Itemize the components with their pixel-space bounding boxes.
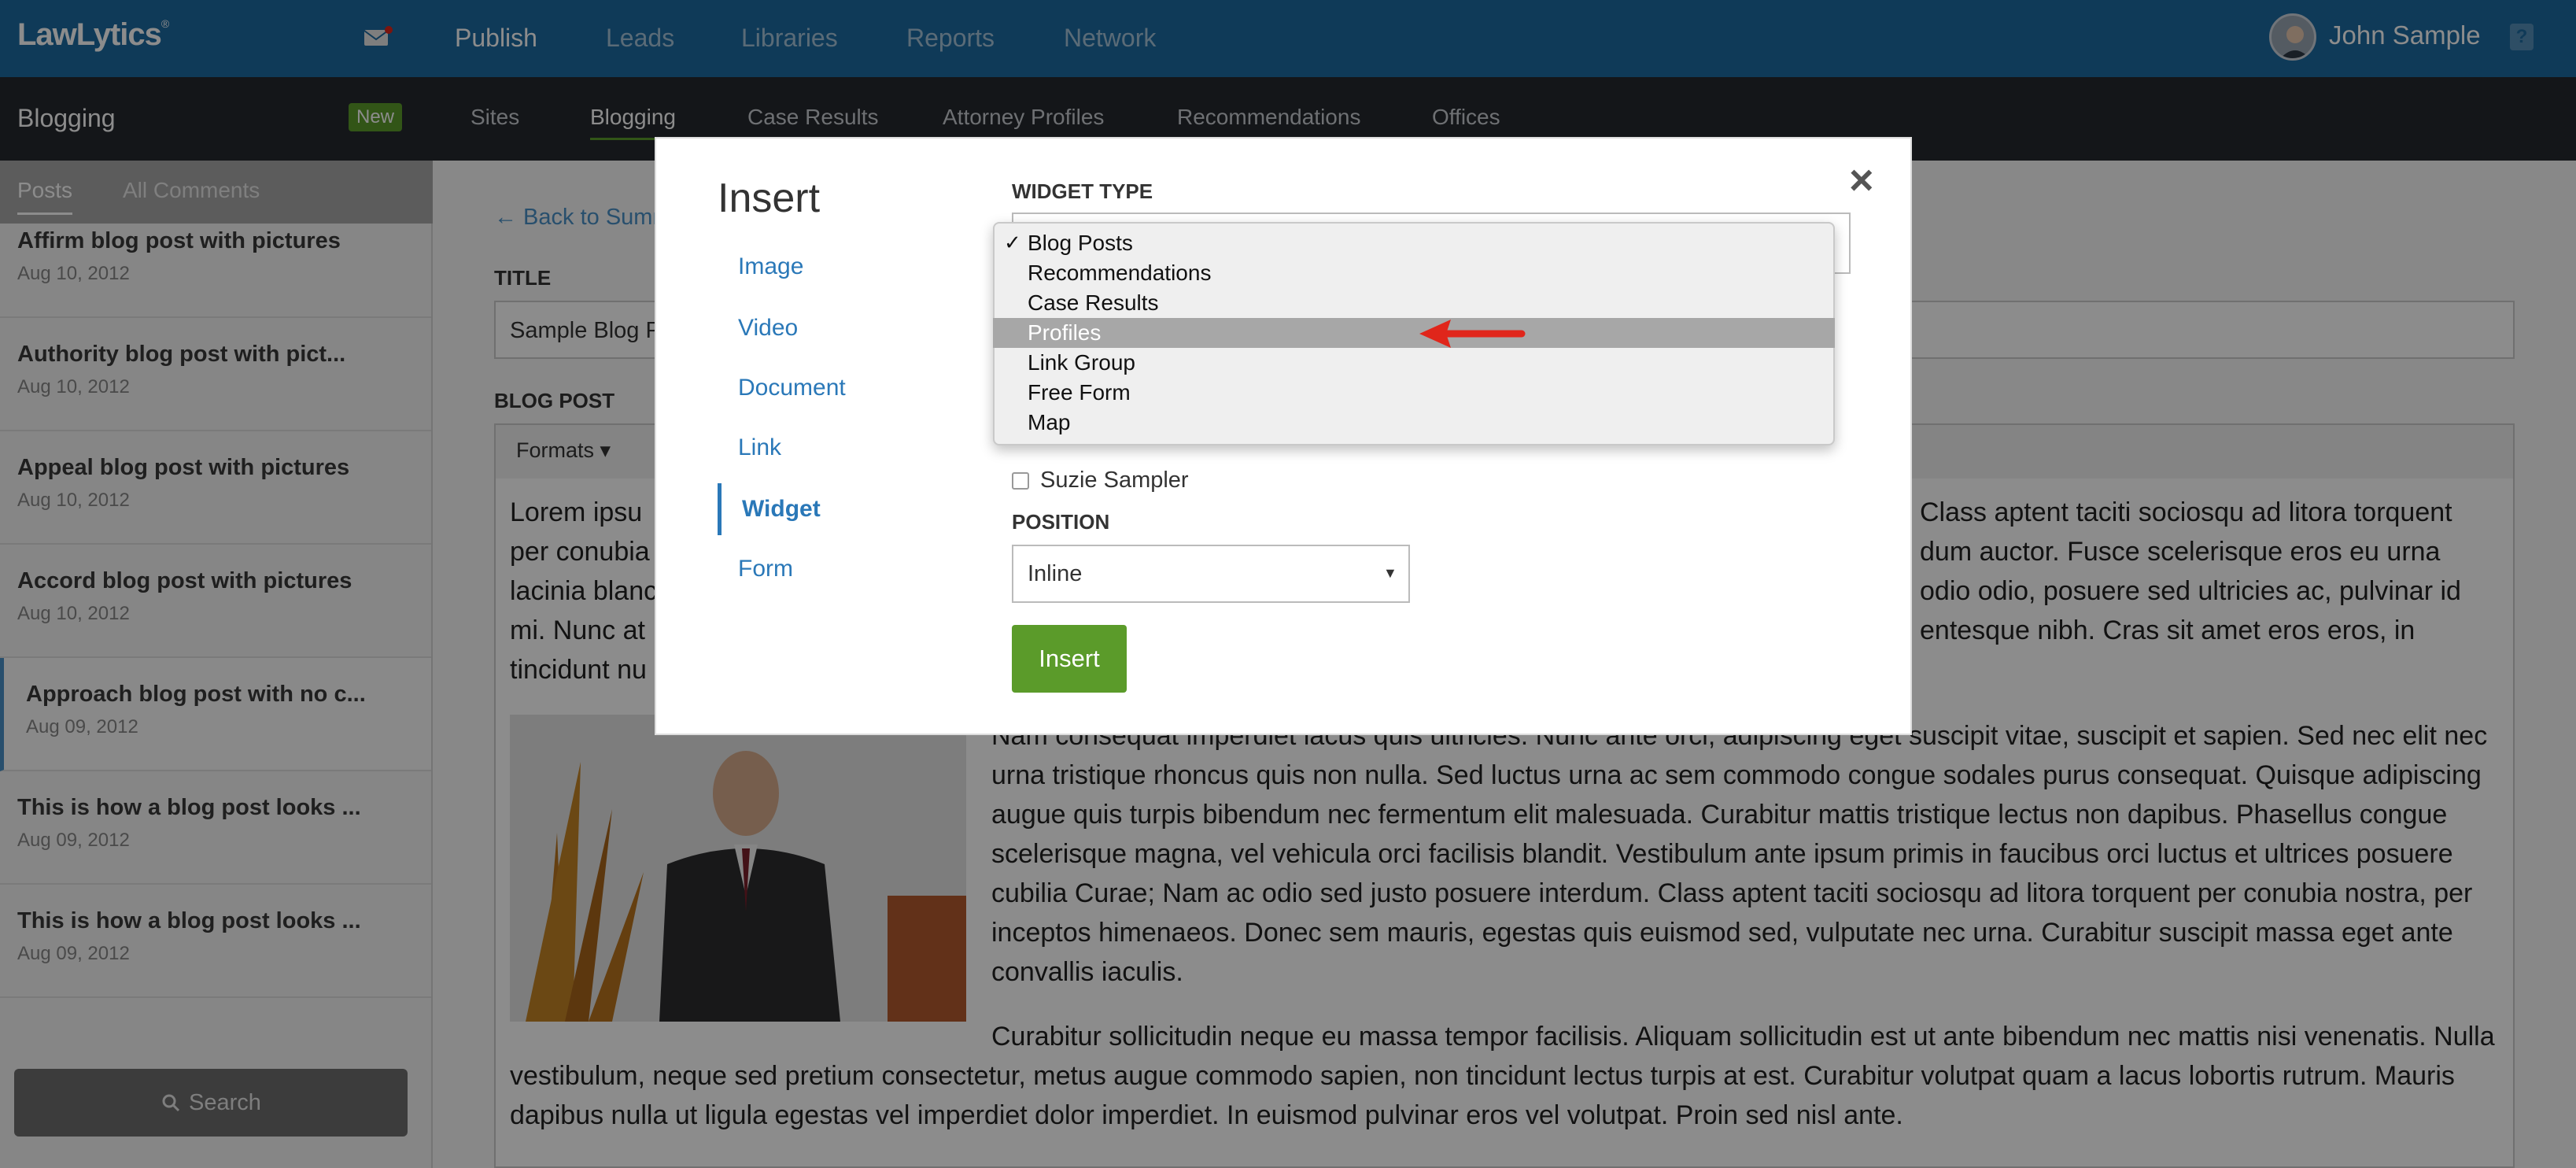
insert-nav-link[interactable]: Link (738, 434, 781, 461)
dropdown-option-map[interactable]: Map (993, 408, 1835, 438)
dropdown-option-recommendations[interactable]: Recommendations (993, 258, 1835, 288)
position-label: POSITION (1012, 510, 1110, 534)
dropdown-option-link-group[interactable]: Link Group (993, 348, 1835, 378)
insert-nav-image[interactable]: Image (738, 253, 803, 280)
modal-title: Insert (718, 176, 821, 221)
dropdown-option-profiles[interactable]: Profiles (993, 318, 1835, 348)
insert-nav-video[interactable]: Video (738, 315, 798, 342)
widget-type-label: WIDGET TYPE (1012, 179, 1153, 203)
dropdown-option-case-results[interactable]: Case Results (993, 288, 1835, 318)
arrow-left-icon (1419, 320, 1526, 348)
close-icon[interactable]: × (1849, 156, 1874, 205)
caret-down-icon: ▼ (1383, 565, 1397, 581)
insert-button[interactable]: Insert (1012, 625, 1127, 693)
position-value: Inline (1028, 561, 1083, 586)
insert-nav-widget[interactable]: Widget (718, 483, 821, 535)
checkmark-icon: ✓ (1004, 231, 1021, 254)
insert-nav-form[interactable]: Form (738, 556, 793, 582)
profile-checkbox[interactable] (1012, 472, 1029, 490)
dropdown-option-blog-posts[interactable]: ✓ Blog Posts (993, 228, 1835, 258)
profile-checkbox-label[interactable]: Suzie Sampler (1040, 468, 1189, 493)
insert-nav-document[interactable]: Document (738, 375, 846, 401)
dropdown-option-free-form[interactable]: Free Form (993, 378, 1835, 408)
